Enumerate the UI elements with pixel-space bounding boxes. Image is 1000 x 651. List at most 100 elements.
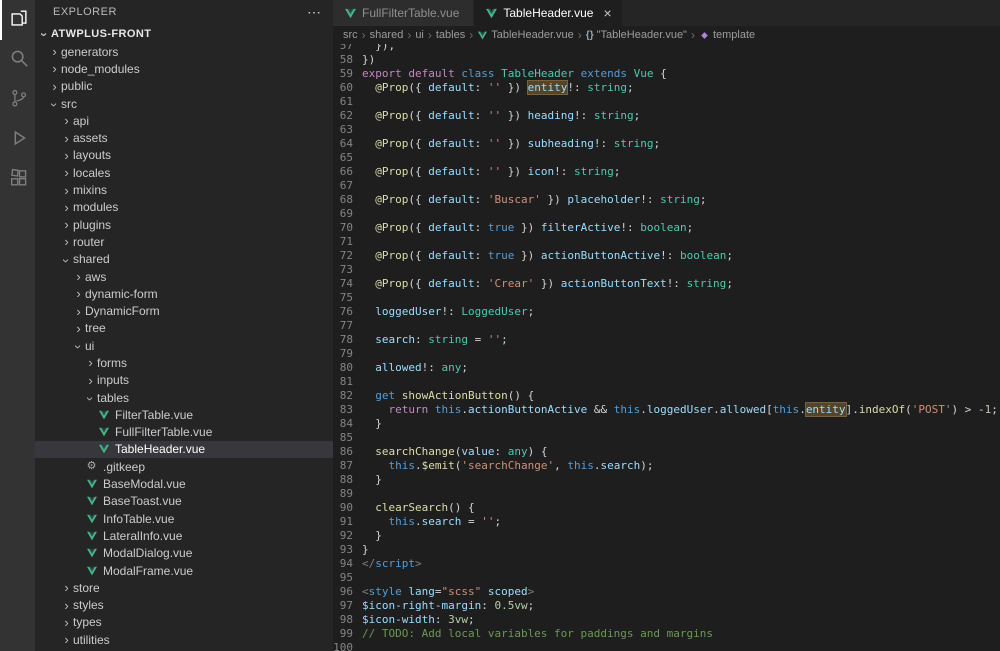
tree-folder-plugins[interactable]: ›plugins [35, 216, 333, 233]
close-icon[interactable]: × [603, 6, 611, 20]
activity-search-button[interactable] [0, 40, 35, 80]
code-editor[interactable]: 57 }),58})59export default class TableHe… [333, 44, 1000, 651]
code-line[interactable]: 77 [333, 319, 1000, 333]
code-line[interactable]: 78 search: string = ''; [333, 333, 1000, 347]
tree-file-modalframe.vue[interactable]: ModalFrame.vue [35, 562, 333, 579]
line-number[interactable]: 91 [333, 515, 353, 529]
line-number[interactable]: 90 [333, 501, 353, 515]
line-number[interactable]: 69 [333, 207, 353, 221]
line-number[interactable]: 60 [333, 81, 353, 95]
code-line[interactable]: 89 [333, 487, 1000, 501]
code-line[interactable]: 95 [333, 571, 1000, 585]
line-number[interactable]: 98 [333, 613, 353, 627]
tree-folder-router[interactable]: ›router [35, 233, 333, 250]
line-number[interactable]: 99 [333, 627, 353, 641]
code-line[interactable]: 75 [333, 291, 1000, 305]
code-line[interactable]: 90 clearSearch() { [333, 501, 1000, 515]
code-line[interactable]: 97$icon-right-margin: 0.5vw; [333, 599, 1000, 613]
code-line[interactable]: 63 [333, 123, 1000, 137]
line-number[interactable]: 72 [333, 249, 353, 263]
line-number[interactable]: 100 [333, 641, 353, 651]
breadcrumb-item-tables[interactable]: tables [436, 29, 465, 41]
code-line[interactable]: 58}) [333, 53, 1000, 67]
code-line[interactable]: 85 [333, 431, 1000, 445]
code-line[interactable]: 61 [333, 95, 1000, 109]
code-line[interactable]: 93} [333, 543, 1000, 557]
code-line[interactable]: 94</script> [333, 557, 1000, 571]
tree-file-lateralinfo.vue[interactable]: LateralInfo.vue [35, 527, 333, 544]
tree-folder-aws[interactable]: ›aws [35, 268, 333, 285]
tree-file-basetoast.vue[interactable]: BaseToast.vue [35, 493, 333, 510]
tree-folder-tables[interactable]: ›tables [35, 389, 333, 406]
code-line[interactable]: 82 get showActionButton() { [333, 389, 1000, 403]
code-line[interactable]: 70 @Prop({ default: true }) filterActive… [333, 221, 1000, 235]
tree-folder-assets[interactable]: ›assets [35, 129, 333, 146]
tree-folder-modules[interactable]: ›modules [35, 199, 333, 216]
breadcrumb-item-ui[interactable]: ui [415, 29, 424, 41]
activity-run-debug-button[interactable] [0, 120, 35, 160]
activity-source-control-button[interactable] [0, 80, 35, 120]
tree-folder-mixins[interactable]: ›mixins [35, 181, 333, 198]
line-number[interactable]: 71 [333, 235, 353, 249]
line-number[interactable]: 57 [333, 44, 353, 53]
line-number[interactable]: 63 [333, 123, 353, 137]
breadcrumb-item-template[interactable]: template [699, 29, 755, 41]
line-number[interactable]: 95 [333, 571, 353, 585]
line-number[interactable]: 80 [333, 361, 353, 375]
tree-folder-ui[interactable]: ›ui [35, 337, 333, 354]
code-line[interactable]: 60 @Prop({ default: '' }) entity!: strin… [333, 81, 1000, 95]
line-number[interactable]: 85 [333, 431, 353, 445]
code-line[interactable]: 84 } [333, 417, 1000, 431]
tree-folder-dynamicform[interactable]: ›DynamicForm [35, 302, 333, 319]
tree-folder-layouts[interactable]: ›layouts [35, 147, 333, 164]
tree-file-filtertable.vue[interactable]: FilterTable.vue [35, 406, 333, 423]
line-number[interactable]: 66 [333, 165, 353, 179]
code-line[interactable]: 67 [333, 179, 1000, 193]
activity-files-button[interactable] [0, 0, 35, 40]
line-number[interactable]: 81 [333, 375, 353, 389]
line-number[interactable]: 79 [333, 347, 353, 361]
code-line[interactable]: 88 } [333, 473, 1000, 487]
code-line[interactable]: 80 allowed!: any; [333, 361, 1000, 375]
code-line[interactable]: 92 } [333, 529, 1000, 543]
code-line[interactable]: 72 @Prop({ default: true }) actionButton… [333, 249, 1000, 263]
tree-folder-node-modules[interactable]: ›node_modules [35, 60, 333, 77]
line-number[interactable]: 64 [333, 137, 353, 151]
code-line[interactable]: 100 [333, 641, 1000, 651]
line-number[interactable]: 67 [333, 179, 353, 193]
line-number[interactable]: 68 [333, 193, 353, 207]
tree-folder-store[interactable]: ›store [35, 579, 333, 596]
code-line[interactable]: 73 [333, 263, 1000, 277]
tree-folder-public[interactable]: ›public [35, 78, 333, 95]
line-number[interactable]: 73 [333, 263, 353, 277]
line-number[interactable]: 94 [333, 557, 353, 571]
tree-file-basemodal.vue[interactable]: BaseModal.vue [35, 475, 333, 492]
code-line[interactable]: 65 [333, 151, 1000, 165]
tree-folder-api[interactable]: ›api [35, 112, 333, 129]
line-number[interactable]: 82 [333, 389, 353, 403]
code-line[interactable]: 99// TODO: Add local variables for paddi… [333, 627, 1000, 641]
tree-file-fullfiltertable.vue[interactable]: FullFilterTable.vue [35, 424, 333, 441]
line-number[interactable]: 58 [333, 53, 353, 67]
breadcrumb-item-src[interactable]: src [343, 29, 358, 41]
line-number[interactable]: 59 [333, 67, 353, 81]
line-number[interactable]: 89 [333, 487, 353, 501]
tree-folder-dynamic-form[interactable]: ›dynamic-form [35, 285, 333, 302]
tree-folder-styles[interactable]: ›styles [35, 597, 333, 614]
line-number[interactable]: 84 [333, 417, 353, 431]
line-number[interactable]: 75 [333, 291, 353, 305]
line-number[interactable]: 77 [333, 319, 353, 333]
code-line[interactable]: 57 }), [333, 44, 1000, 53]
line-number[interactable]: 88 [333, 473, 353, 487]
line-number[interactable]: 92 [333, 529, 353, 543]
project-root[interactable]: › ATWPLUS-FRONT [35, 24, 333, 43]
line-number[interactable]: 62 [333, 109, 353, 123]
line-number[interactable]: 83 [333, 403, 353, 417]
breadcrumb-item--tableheader.vue-[interactable]: {}"TableHeader.vue" [586, 29, 687, 41]
code-line[interactable]: 71 [333, 235, 1000, 249]
tree-folder-shared[interactable]: ›shared [35, 251, 333, 268]
code-line[interactable]: 96<style lang="scss" scoped> [333, 585, 1000, 599]
line-number[interactable]: 87 [333, 459, 353, 473]
tree-folder-forms[interactable]: ›forms [35, 354, 333, 371]
code-line[interactable]: 86 searchChange(value: any) { [333, 445, 1000, 459]
